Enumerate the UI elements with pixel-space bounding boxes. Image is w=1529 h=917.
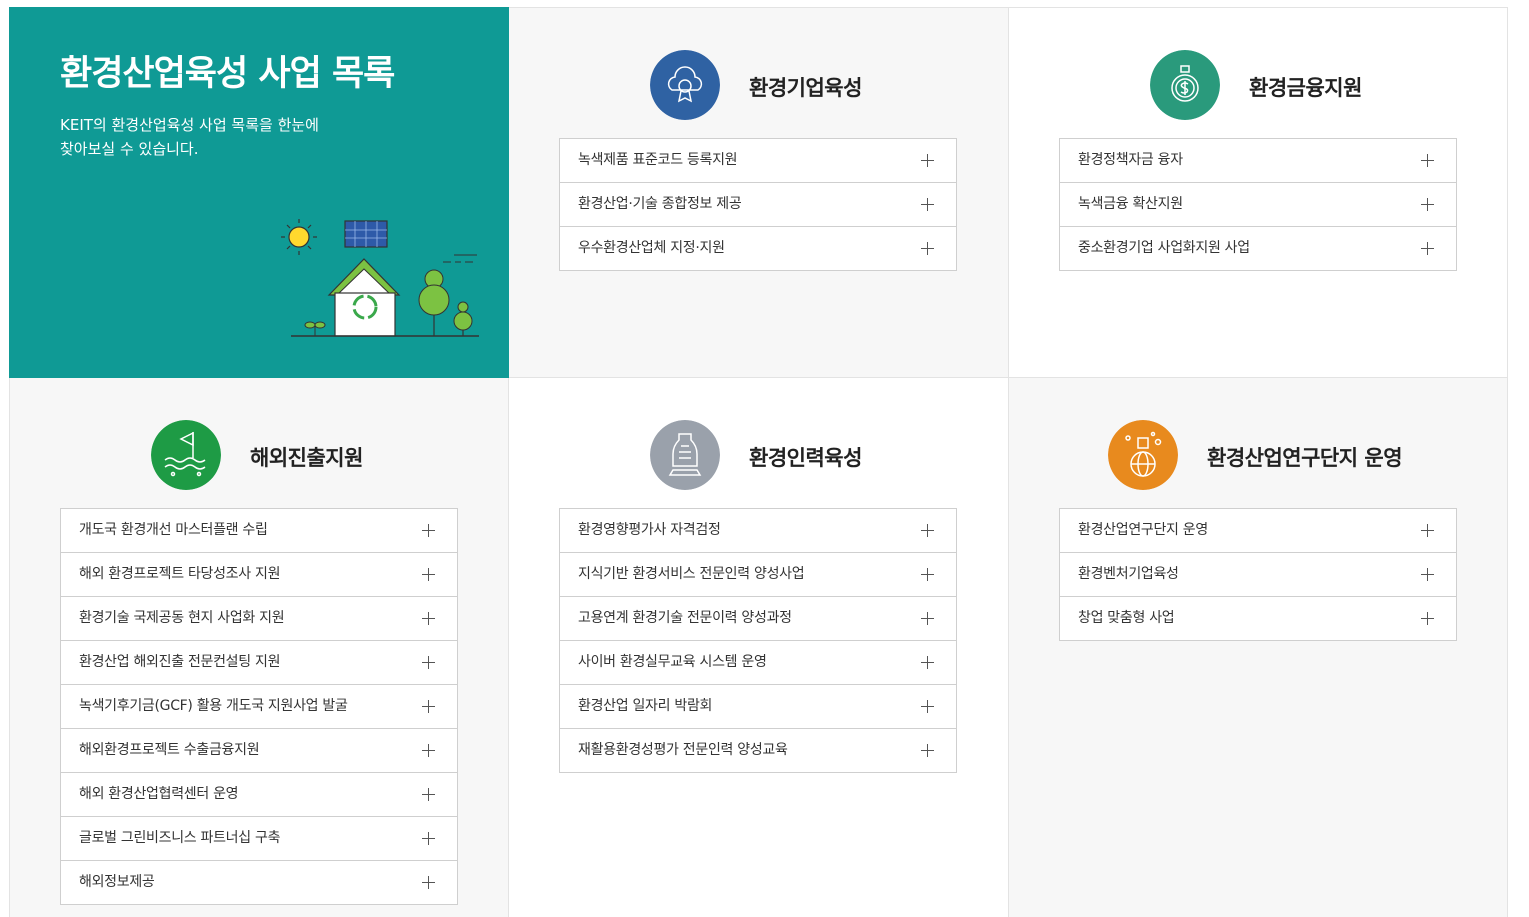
list-item[interactable]: 재활용환경성평가 전문인력 양성교육 bbox=[560, 729, 956, 772]
program-grid: 환경산업육성 사업 목록 KEIT의 환경산업육성 사업 목록을 한눈에 찾아보… bbox=[9, 7, 1508, 917]
list-item[interactable]: 우수환경산업체 지정·지원 bbox=[560, 227, 956, 270]
plus-icon[interactable] bbox=[422, 700, 435, 713]
section-title: 해외진출지원 bbox=[250, 446, 363, 470]
plus-icon[interactable] bbox=[422, 876, 435, 889]
plus-icon[interactable] bbox=[422, 568, 435, 581]
list-item[interactable]: 해외정보제공 bbox=[61, 861, 457, 904]
plus-icon[interactable] bbox=[422, 788, 435, 801]
section-enterprise: 환경기업육성 녹색제품 표준코드 등록지원 환경산업·기술 종합정보 제공 우수… bbox=[509, 7, 1009, 378]
section-workforce: 환경인력육성 환경영향평가사 자격검정 지식기반 환경서비스 전문인력 양성사업… bbox=[509, 378, 1009, 917]
plus-icon[interactable] bbox=[422, 744, 435, 757]
list-item[interactable]: 녹색금융 확산지원 bbox=[1060, 183, 1456, 227]
solar-panel-icon bbox=[344, 220, 388, 248]
hero-description: KEIT의 환경산업육성 사업 목록을 한눈에 찾아보실 수 있습니다. bbox=[60, 116, 319, 158]
program-list: 환경산업연구단지 운영 환경벤처기업육성 창업 맞춤형 사업 bbox=[1059, 508, 1457, 641]
list-item[interactable]: 환경산업 일자리 박람회 bbox=[560, 685, 956, 729]
list-item[interactable]: 창업 맞춤형 사업 bbox=[1060, 597, 1456, 640]
lightbulb-icon bbox=[650, 420, 720, 490]
plus-icon[interactable] bbox=[921, 744, 934, 757]
sprout-icon bbox=[304, 321, 326, 336]
list-item[interactable]: 고용연계 환경기술 전문이력 양성과정 bbox=[560, 597, 956, 641]
tree-icon bbox=[418, 269, 473, 336]
list-item[interactable]: 지식기반 환경서비스 전문인력 양성사업 bbox=[560, 553, 956, 597]
list-item[interactable]: 사이버 환경실무교육 시스템 운영 bbox=[560, 641, 956, 685]
list-item[interactable]: 중소환경기업 사업화지원 사업 bbox=[1060, 227, 1456, 270]
flask-globe-icon bbox=[1108, 420, 1178, 490]
plus-icon[interactable] bbox=[422, 656, 435, 669]
section-finance: 환경금융지원 환경정책자금 융자 녹색금융 확산지원 중소환경기업 사업화지원 … bbox=[1009, 7, 1508, 378]
plus-icon[interactable] bbox=[921, 242, 934, 255]
section-title: 환경인력육성 bbox=[749, 446, 862, 470]
program-list: 녹색제품 표준코드 등록지원 환경산업·기술 종합정보 제공 우수환경산업체 지… bbox=[559, 138, 957, 271]
section-title: 환경산업연구단지 운영 bbox=[1207, 446, 1403, 470]
section-overseas: 해외진출지원 개도국 환경개선 마스터플랜 수립 해외 환경프로젝트 타당성조사… bbox=[9, 378, 509, 917]
program-list: 환경영향평가사 자격검정 지식기반 환경서비스 전문인력 양성사업 고용연계 환… bbox=[559, 508, 957, 773]
list-item[interactable]: 개도국 환경개선 마스터플랜 수립 bbox=[61, 509, 457, 553]
list-item[interactable]: 환경정책자금 융자 bbox=[1060, 139, 1456, 183]
plus-icon[interactable] bbox=[422, 832, 435, 845]
section-title: 환경기업육성 bbox=[749, 76, 862, 100]
list-item[interactable]: 환경영향평가사 자격검정 bbox=[560, 509, 956, 553]
plus-icon[interactable] bbox=[1421, 612, 1434, 625]
list-item[interactable]: 녹색제품 표준코드 등록지원 bbox=[560, 139, 956, 183]
plus-icon[interactable] bbox=[422, 524, 435, 537]
sun-icon bbox=[281, 219, 317, 255]
plus-icon[interactable] bbox=[921, 612, 934, 625]
plus-icon[interactable] bbox=[422, 612, 435, 625]
dollar-coin-icon bbox=[1150, 50, 1220, 120]
plus-icon[interactable] bbox=[1421, 242, 1434, 255]
list-item[interactable]: 해외 환경프로젝트 타당성조사 지원 bbox=[61, 553, 457, 597]
section-title: 환경금융지원 bbox=[1249, 76, 1362, 100]
list-item[interactable]: 해외환경프로젝트 수출금융지원 bbox=[61, 729, 457, 773]
list-item[interactable]: 환경산업 해외진출 전문컨설팅 지원 bbox=[61, 641, 457, 685]
program-list: 환경정책자금 융자 녹색금융 확산지원 중소환경기업 사업화지원 사업 bbox=[1059, 138, 1457, 271]
plus-icon[interactable] bbox=[1421, 154, 1434, 167]
plus-icon[interactable] bbox=[921, 154, 934, 167]
plus-icon[interactable] bbox=[921, 524, 934, 537]
plus-icon[interactable] bbox=[921, 198, 934, 211]
plus-icon[interactable] bbox=[1421, 524, 1434, 537]
eco-house-illustration bbox=[281, 219, 479, 337]
list-item[interactable]: 환경산업·기술 종합정보 제공 bbox=[560, 183, 956, 227]
list-item[interactable]: 글로벌 그린비즈니스 파트너십 구축 bbox=[61, 817, 457, 861]
plus-icon[interactable] bbox=[921, 656, 934, 669]
list-item[interactable]: 환경벤처기업육성 bbox=[1060, 553, 1456, 597]
plus-icon[interactable] bbox=[1421, 198, 1434, 211]
plus-icon[interactable] bbox=[921, 568, 934, 581]
hero-panel: 환경산업육성 사업 목록 KEIT의 환경산업육성 사업 목록을 한눈에 찾아보… bbox=[9, 7, 509, 378]
award-cloud-icon bbox=[650, 50, 720, 120]
flag-water-icon bbox=[151, 420, 221, 490]
plus-icon[interactable] bbox=[1421, 568, 1434, 581]
page-title: 환경산업육성 사업 목록 bbox=[60, 54, 395, 94]
house-icon bbox=[327, 258, 401, 337]
list-item[interactable]: 해외 환경산업협력센터 운영 bbox=[61, 773, 457, 817]
list-item[interactable]: 환경기술 국제공동 현지 사업화 지원 bbox=[61, 597, 457, 641]
plus-icon[interactable] bbox=[921, 700, 934, 713]
list-item[interactable]: 환경산업연구단지 운영 bbox=[1060, 509, 1456, 553]
program-list: 개도국 환경개선 마스터플랜 수립 해외 환경프로젝트 타당성조사 지원 환경기… bbox=[60, 508, 458, 905]
section-research-park: 환경산업연구단지 운영 환경산업연구단지 운영 환경벤처기업육성 창업 맞춤형 … bbox=[1009, 378, 1508, 917]
list-item[interactable]: 녹색기후기금(GCF) 활용 개도국 지원사업 발굴 bbox=[61, 685, 457, 729]
